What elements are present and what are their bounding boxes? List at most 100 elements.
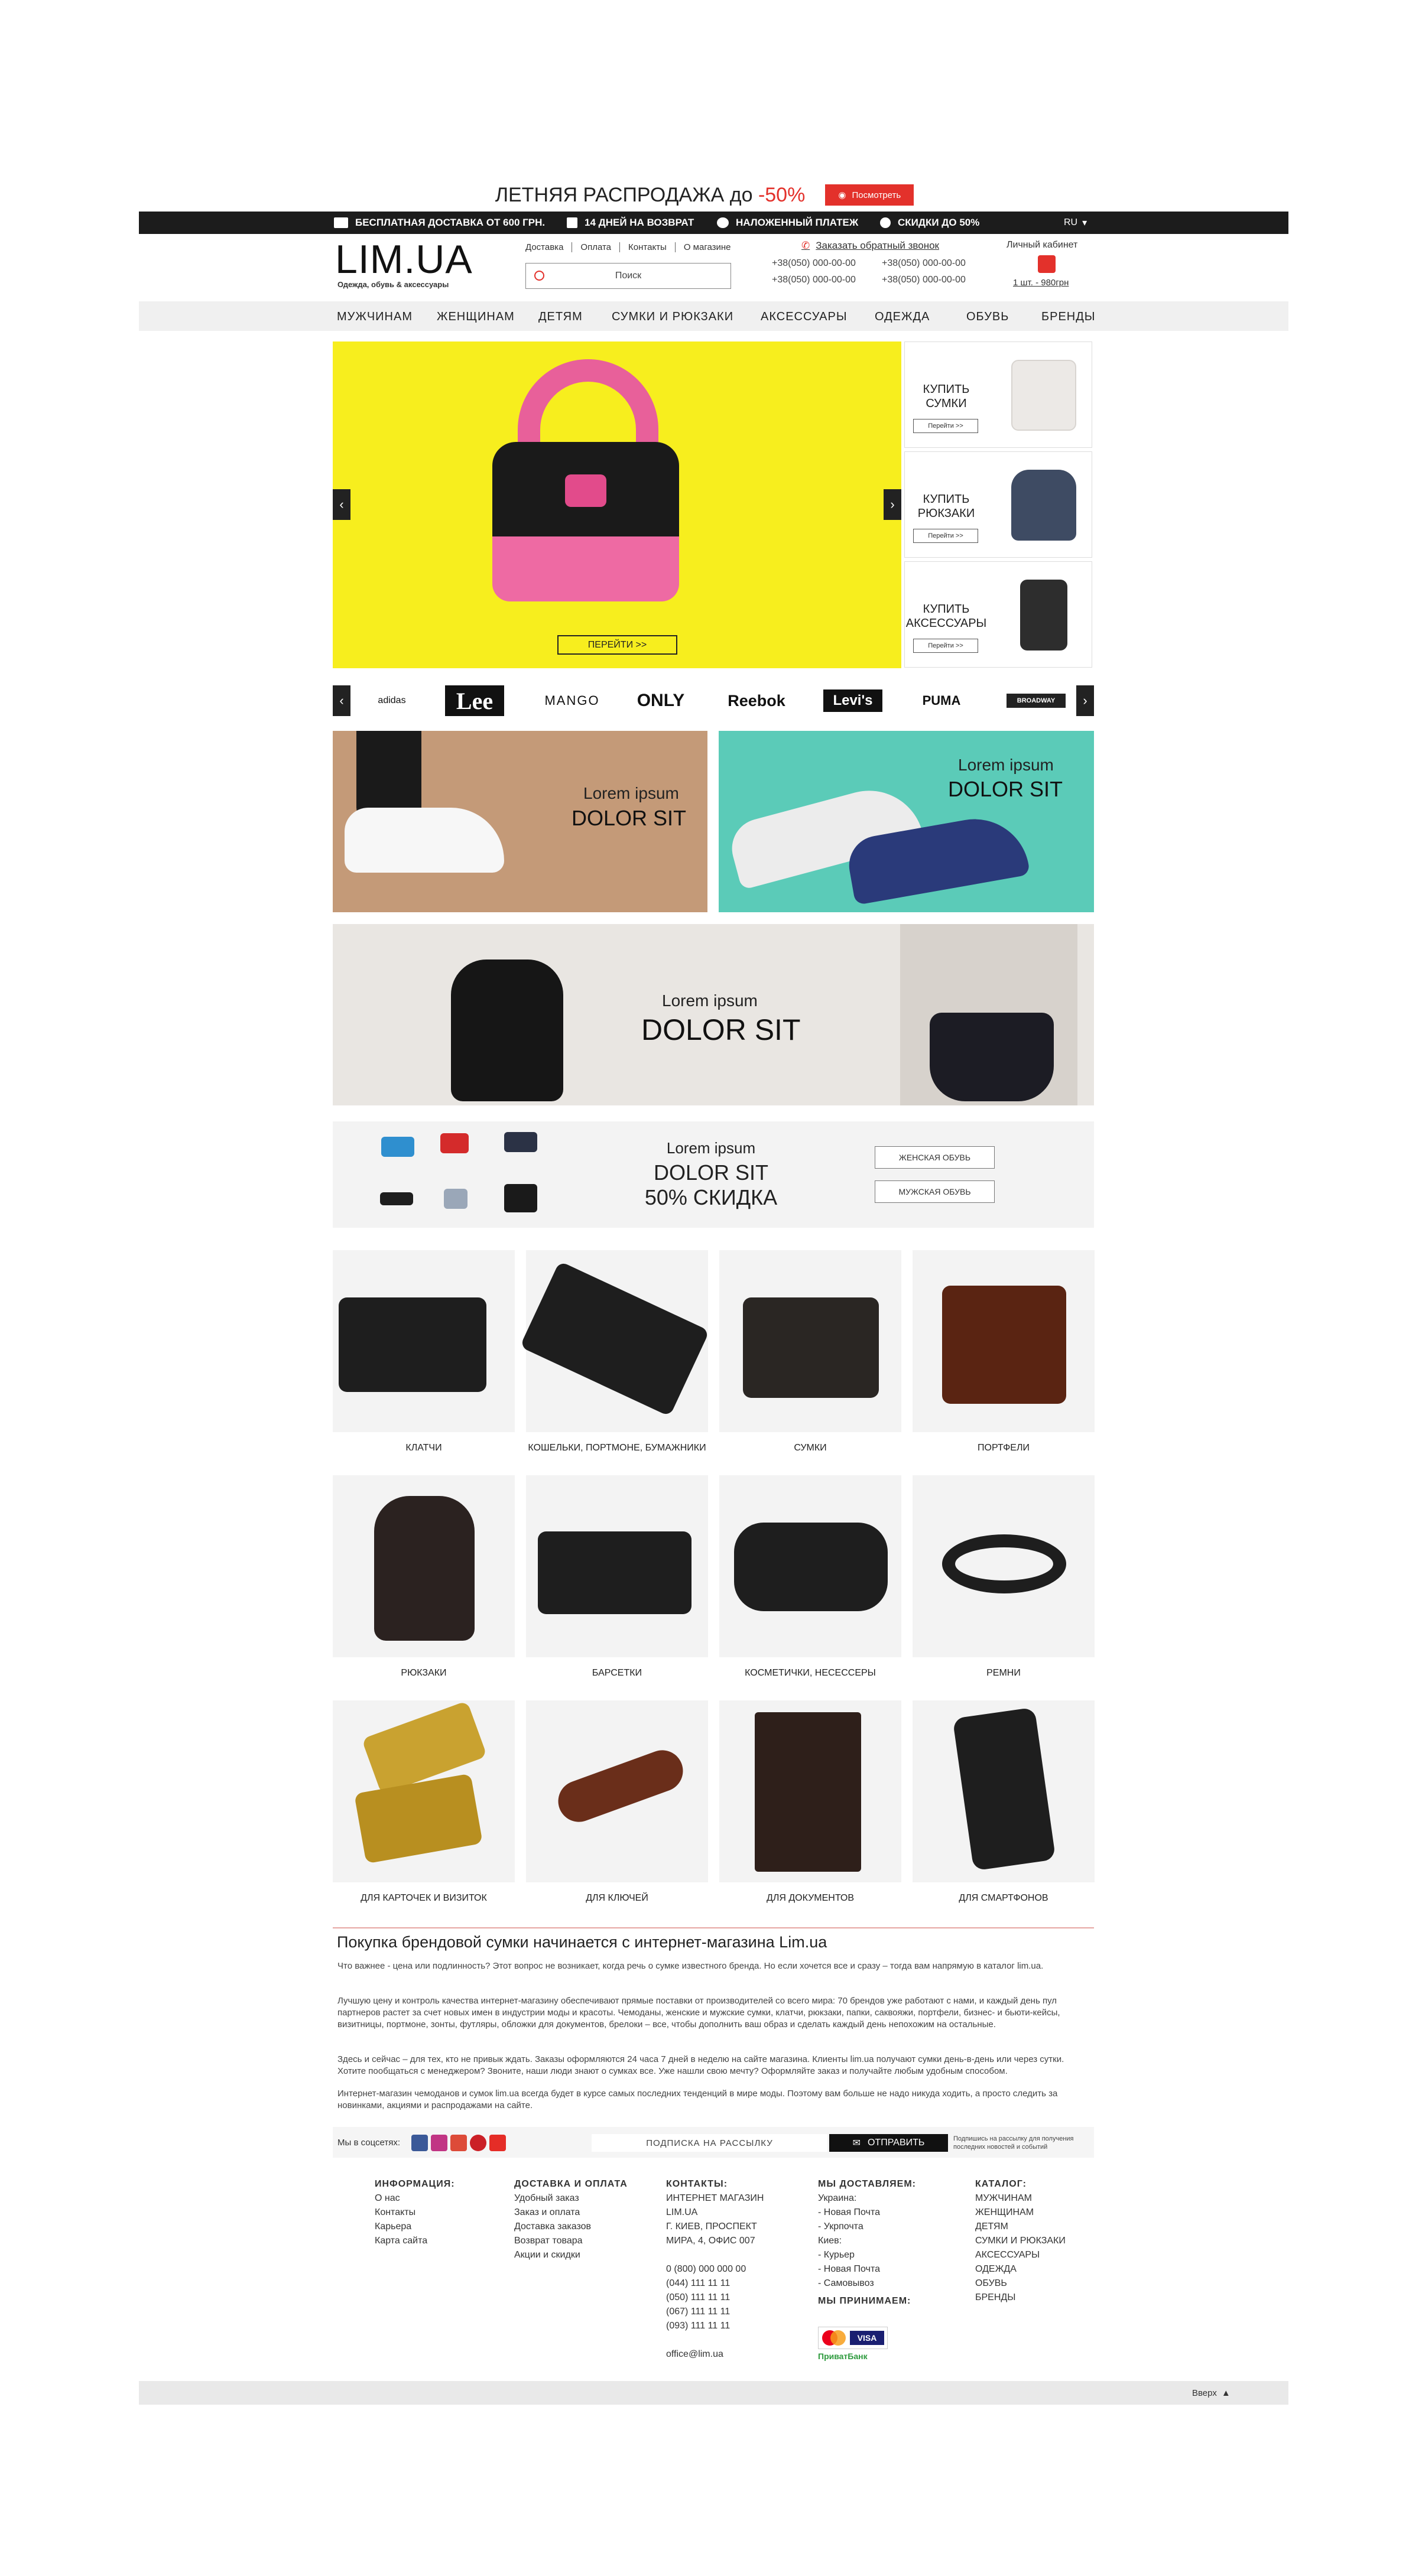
category-briefcases-tile[interactable] xyxy=(913,1250,1095,1432)
subscribe-send-button[interactable]: ✉ ОТПРАВИТЬ xyxy=(829,2134,948,2152)
category-keyholders-tile[interactable] xyxy=(526,1700,708,1882)
category-cosmetic-tile[interactable] xyxy=(719,1475,901,1657)
women-shoes-button[interactable]: ЖЕНСКАЯ ОБУВЬ xyxy=(875,1146,995,1169)
footer-link[interactable]: ОБУВЬ xyxy=(975,2276,1066,2291)
link-about[interactable]: О магазине xyxy=(674,242,739,252)
slider-next-arrow[interactable]: › xyxy=(884,489,901,520)
category-label[interactable]: ДЛЯ КАРТОЧЕК И ВИЗИТОК xyxy=(333,1893,515,1904)
category-label[interactable]: РЮКЗАКИ xyxy=(333,1668,515,1679)
footer-link[interactable]: Акции и скидки xyxy=(514,2248,628,2262)
contact-email[interactable]: office@lim.ua xyxy=(666,2347,764,2362)
link-contacts[interactable]: Контакты xyxy=(619,242,675,252)
cart-summary[interactable]: 1 шт. - 980грн xyxy=(1013,278,1069,288)
footer-link[interactable]: Карьера xyxy=(375,2220,455,2234)
category-wallets-tile[interactable] xyxy=(520,1250,710,1432)
footer-link[interactable]: БРЕНДЫ xyxy=(975,2291,1066,2305)
category-label[interactable]: ДЛЯ КЛЮЧЕЙ xyxy=(526,1893,708,1904)
pinterest-icon[interactable] xyxy=(470,2135,486,2151)
side-card-accessories[interactable]: КУПИТЬ АКСЕССУАРЫ Перейти >> xyxy=(904,561,1092,668)
category-label[interactable]: КОШЕЛЬКИ, ПОРТМОНЕ, БУМАЖНИКИ xyxy=(526,1443,708,1453)
banner-backpacks[interactable]: Lorem ipsum DOLOR SIT xyxy=(333,924,1094,1105)
contact-phone[interactable]: (067) 111 11 11 xyxy=(666,2305,764,2319)
category-label[interactable]: ПОРТФЕЛИ xyxy=(913,1443,1095,1453)
subscribe-email-input[interactable]: ПОДПИСКА НА РАССЫЛКУ xyxy=(592,2134,827,2152)
brand-levis[interactable]: Levi's xyxy=(823,689,882,712)
category-label[interactable]: ДЛЯ СМАРТФОНОВ xyxy=(913,1893,1095,1904)
youtube-icon[interactable] xyxy=(489,2135,506,2151)
nav-clothes[interactable]: ОДЕЖДА xyxy=(875,310,930,324)
category-handbags-tile[interactable] xyxy=(526,1475,708,1657)
category-label[interactable]: СУМКИ xyxy=(719,1443,901,1453)
footer-link[interactable]: Контакты xyxy=(375,2206,455,2220)
nav-brands[interactable]: БРЕНДЫ xyxy=(1041,310,1096,324)
brand-reebok[interactable]: Reebok xyxy=(718,685,795,716)
brand-puma[interactable]: PUMA xyxy=(912,685,971,716)
contact-phone[interactable]: (050) 111 11 11 xyxy=(666,2291,764,2305)
side-card-button[interactable]: Перейти >> xyxy=(913,639,978,653)
side-card-button[interactable]: Перейти >> xyxy=(913,529,978,543)
hero-go-button[interactable]: ПЕРЕЙТИ >> xyxy=(557,635,677,655)
search-input[interactable]: Поиск xyxy=(525,263,731,289)
footer-link[interactable]: Возврат товара xyxy=(514,2234,628,2248)
instagram-icon[interactable] xyxy=(431,2135,447,2151)
category-label[interactable]: КОСМЕТИЧКИ, НЕСЕССЕРЫ xyxy=(719,1668,901,1679)
callback-link[interactable]: ✆ Заказать обратный звонок xyxy=(801,240,939,252)
nav-men[interactable]: МУЖЧИНАМ xyxy=(337,310,413,324)
hero-slider[interactable]: ‹ › ПЕРЕЙТИ >> xyxy=(333,341,901,668)
promo-view-button[interactable]: ◉ Посмотреть xyxy=(825,184,914,206)
footer-link[interactable]: АКСЕССУАРЫ xyxy=(975,2248,1066,2262)
footer-link[interactable]: СУМКИ И РЮКЗАКИ xyxy=(975,2234,1066,2248)
banner-sneakers-women[interactable]: Lorem ipsum DOLOR SIT xyxy=(333,731,707,912)
side-card-bags[interactable]: КУПИТЬ СУМКИ Перейти >> xyxy=(904,341,1092,448)
category-bags-tile[interactable] xyxy=(719,1250,901,1432)
category-backpacks-tile[interactable] xyxy=(333,1475,515,1657)
link-payment[interactable]: Оплата xyxy=(572,242,619,252)
footer-link[interactable]: Удобный заказ xyxy=(514,2191,628,2206)
brands-next-arrow[interactable]: › xyxy=(1076,685,1094,716)
footer-link[interactable]: ДЕТЯМ xyxy=(975,2220,1066,2234)
side-card-backpacks[interactable]: КУПИТЬ РЮКЗАКИ Перейти >> xyxy=(904,451,1092,558)
language-select[interactable]: RU ▾ xyxy=(1064,212,1087,234)
footer-link[interactable]: Карта сайта xyxy=(375,2234,455,2248)
scroll-to-top-button[interactable]: Вверх ▲ xyxy=(1192,2388,1231,2398)
site-logo[interactable]: LIM.UA xyxy=(335,236,473,282)
nav-kids[interactable]: ДЕТЯМ xyxy=(538,310,583,324)
brand-adidas[interactable]: adidas xyxy=(362,685,421,716)
footer-link[interactable]: МУЖЧИНАМ xyxy=(975,2191,1066,2206)
brand-lee[interactable]: Lee xyxy=(445,685,504,716)
google-plus-icon[interactable] xyxy=(450,2135,467,2151)
contact-phone[interactable]: 0 (800) 000 000 00 xyxy=(666,2262,764,2276)
category-label[interactable]: ДЛЯ ДОКУМЕНТОВ xyxy=(719,1893,901,1904)
brand-mango[interactable]: MANGO xyxy=(534,685,611,716)
slider-prev-arrow[interactable]: ‹ xyxy=(333,489,350,520)
contact-phone[interactable]: (044) 111 11 11 xyxy=(666,2276,764,2291)
category-phonecases-tile[interactable] xyxy=(913,1700,1095,1882)
contact-phone[interactable]: (093) 111 11 11 xyxy=(666,2319,764,2333)
side-card-button[interactable]: Перейти >> xyxy=(913,419,978,433)
category-belts-tile[interactable] xyxy=(913,1475,1095,1657)
category-label[interactable]: БАРСЕТКИ xyxy=(526,1668,708,1679)
category-cardholders-tile[interactable] xyxy=(333,1700,515,1882)
footer-link[interactable]: Доставка заказов xyxy=(514,2220,628,2234)
brand-only[interactable]: ONLY xyxy=(622,685,699,716)
footer-link[interactable]: ОДЕЖДА xyxy=(975,2262,1066,2276)
brand-broadway[interactable]: BROADWAY xyxy=(1007,694,1066,708)
men-shoes-button[interactable]: МУЖСКАЯ ОБУВЬ xyxy=(875,1180,995,1203)
category-clutches-tile[interactable] xyxy=(333,1250,515,1432)
nav-shoes[interactable]: ОБУВЬ xyxy=(966,310,1009,324)
category-label[interactable]: РЕМНИ xyxy=(913,1668,1095,1679)
nav-bags[interactable]: СУМКИ И РЮКЗАКИ xyxy=(612,310,733,324)
category-documents-tile[interactable] xyxy=(719,1700,901,1882)
category-label[interactable]: КЛАТЧИ xyxy=(333,1443,515,1453)
banner-sneakers-men[interactable]: Lorem ipsum DOLOR SIT xyxy=(719,731,1094,912)
link-delivery[interactable]: Доставка xyxy=(525,242,572,252)
nav-accessories[interactable]: АКСЕССУАРЫ xyxy=(761,310,848,324)
nav-women[interactable]: ЖЕНЩИНАМ xyxy=(437,310,515,324)
facebook-icon[interactable] xyxy=(411,2135,428,2151)
cart-icon[interactable] xyxy=(1038,255,1056,273)
footer-link[interactable]: ЖЕНЩИНАМ xyxy=(975,2206,1066,2220)
footer-link[interactable]: Заказ и оплата xyxy=(514,2206,628,2220)
footer-link[interactable]: О нас xyxy=(375,2191,455,2206)
brands-prev-arrow[interactable]: ‹ xyxy=(333,685,350,716)
account-link[interactable]: Личный кабинет xyxy=(1007,240,1077,251)
